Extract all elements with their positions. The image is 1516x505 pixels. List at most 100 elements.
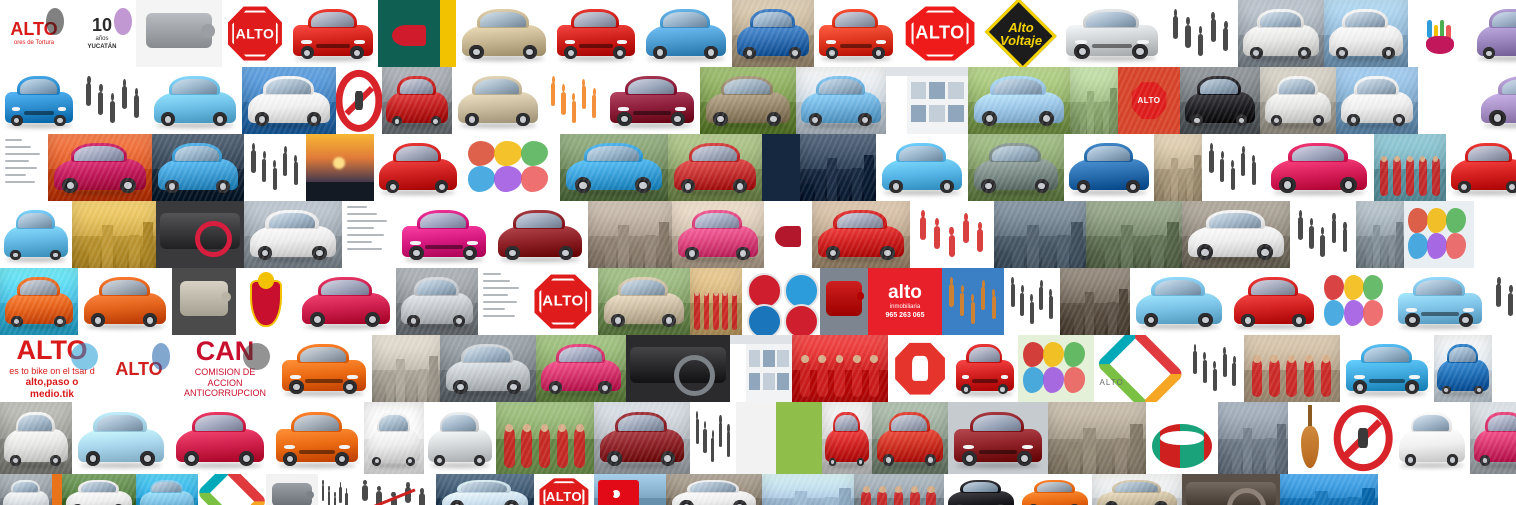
light-blue-alto-car-rear-2[interactable] <box>0 201 72 268</box>
harvest-basket-illustration[interactable] <box>942 268 1004 335</box>
red-white-product-photo[interactable] <box>736 402 776 474</box>
silver-alto-car-lot[interactable] <box>396 268 478 335</box>
white-car-hedge-photo[interactable] <box>62 474 136 505</box>
character-line-drawings[interactable] <box>1202 134 1264 201</box>
alto-swoosh-logo-2[interactable] <box>198 474 266 505</box>
orange-alto-car-side[interactable] <box>78 268 172 335</box>
three-men-standing-photo[interactable] <box>1244 335 1340 402</box>
blue-alto-car-rear-2[interactable] <box>1064 134 1154 201</box>
upward-arrow-chart[interactable] <box>352 474 436 505</box>
suzuki-alto-showroom-banner[interactable] <box>242 67 336 134</box>
blue-alto-car-side[interactable] <box>640 0 732 67</box>
cartoon-boy-clipart[interactable] <box>544 67 604 134</box>
pink-alto-car-showroom[interactable] <box>170 402 270 474</box>
concrete-building-photo[interactable] <box>1356 201 1404 268</box>
street-map-screenshot[interactable] <box>1404 201 1474 268</box>
city-aerial-view-photo[interactable] <box>1086 201 1182 268</box>
pink-alto-car-storefront[interactable] <box>48 134 152 201</box>
purple-alto-car-side-2[interactable] <box>1474 67 1516 134</box>
diez-anios-yucatan-logo[interactable]: 10 años YUCATÁN <box>68 0 136 67</box>
lab-machine-photo[interactable] <box>266 474 318 505</box>
silver-alto-car-showroom[interactable] <box>440 335 536 402</box>
alto-blood-stop-sign[interactable]: ALTO <box>528 268 598 335</box>
red-appliance-product[interactable] <box>820 268 868 335</box>
red-alto-car-front-3[interactable] <box>814 0 898 67</box>
maroon-alto-car-front[interactable] <box>604 67 700 134</box>
pink-alto-car-indoor[interactable] <box>672 201 764 268</box>
red-alto-car-racing[interactable] <box>382 67 452 134</box>
can-comision-logo[interactable]: CAN COMISION DE ACCION ANTICORRUPCION <box>174 335 276 402</box>
industrial-ruins-photo[interactable] <box>1218 402 1288 474</box>
pink-renault-twingo-car[interactable] <box>396 201 492 268</box>
maroon-alto-car-side-2[interactable] <box>492 201 588 268</box>
stop-hand-octagon-sign[interactable] <box>888 335 952 402</box>
alto-voltaje-diamond-sign[interactable]: Alto Voltaje <box>982 0 1060 67</box>
red-alto-car-white-bg[interactable] <box>374 134 462 201</box>
old-computer-photo[interactable] <box>172 268 236 335</box>
no-person-prohibition-3d[interactable] <box>1332 402 1394 474</box>
coat-of-arms-shield[interactable] <box>236 268 296 335</box>
red-alto-car-front[interactable] <box>288 0 378 67</box>
silver-alto-car-side-3[interactable] <box>424 402 496 474</box>
people-in-garage-photo[interactable] <box>854 474 944 505</box>
maroon-suv-front-photo[interactable] <box>948 402 1048 474</box>
red-alto-car-vintage[interactable] <box>812 201 910 268</box>
blue-alto-car-poster[interactable] <box>796 67 886 134</box>
red-boots-pair[interactable] <box>764 201 812 268</box>
brown-alto-car-field[interactable] <box>700 67 796 134</box>
light-blue-alto-car-studio[interactable] <box>72 402 170 474</box>
red-alto-car-3q-view[interactable] <box>1446 134 1516 201</box>
car-dashboard-interior[interactable] <box>626 335 730 402</box>
beige-alto-car-side[interactable] <box>456 0 552 67</box>
blue-alto-car-autumn[interactable] <box>968 67 1070 134</box>
silver-alto-car-front[interactable] <box>1060 0 1164 67</box>
blue-white-alto-car-show[interactable] <box>436 474 534 505</box>
yellow-building-photo[interactable] <box>72 201 156 268</box>
japanese-car-ad-banner[interactable] <box>0 268 78 335</box>
blue-alto-car-street-photo[interactable] <box>732 0 814 67</box>
sheet-music-document[interactable] <box>0 134 48 201</box>
cabinet-line-drawing[interactable] <box>690 402 736 474</box>
protest-crowd-photo[interactable] <box>792 335 888 402</box>
blue-alto-car-front-angle[interactable] <box>0 67 78 134</box>
figure-line-drawing[interactable] <box>1004 268 1060 335</box>
orange-banner-strip[interactable] <box>52 474 62 505</box>
beige-alto-car-mountains[interactable] <box>598 268 690 335</box>
green-plants-photo[interactable] <box>776 402 822 474</box>
blue-alto-car-rear-3q[interactable] <box>876 134 968 201</box>
alto-stop-sign-2[interactable]: ALTO <box>534 474 594 505</box>
skyscraper-city-photo[interactable] <box>762 474 854 505</box>
alto-hexagon-sign[interactable]: ALTO <box>898 0 982 67</box>
white-alto-car-coast[interactable] <box>1324 0 1408 67</box>
two-white-cars-parked[interactable] <box>1182 201 1290 268</box>
violin-photo[interactable] <box>1288 402 1332 474</box>
alto-cambio-climatico-logo[interactable]: ALTO es to bike on el tsar d alto,paso o m… <box>0 335 104 402</box>
colorful-hand-logo[interactable] <box>1408 0 1472 67</box>
light-blue-alto-car-rear[interactable] <box>148 67 242 134</box>
software-screenshot-window[interactable] <box>730 335 792 402</box>
constellation-star-map[interactable] <box>478 268 528 335</box>
blue-alto-car-front-3[interactable] <box>560 134 668 201</box>
tall-man-indoor-photo[interactable] <box>690 268 742 335</box>
no-hand-prohibition-sign[interactable] <box>336 67 382 134</box>
orange-alto-car-front-2[interactable] <box>276 335 372 402</box>
red-alto-car-side-4[interactable] <box>1228 268 1320 335</box>
red-alto-car-front-2[interactable] <box>552 0 640 67</box>
old-town-street-photo[interactable] <box>1154 134 1202 201</box>
mario-luigi-clipart[interactable] <box>910 201 994 268</box>
blue-storefront-photo[interactable] <box>1280 474 1378 505</box>
man-blue-scarf-photo[interactable] <box>1374 134 1446 201</box>
blue-alto-car-front-4[interactable] <box>1392 268 1488 335</box>
white-car-stone-house[interactable] <box>666 474 762 505</box>
search-results-webpage[interactable] <box>886 67 968 134</box>
pink-alto-car-motion[interactable] <box>1470 402 1516 474</box>
red-alto-car-front-5[interactable] <box>952 335 1018 402</box>
car-interior-dashboard-2[interactable] <box>1182 474 1280 505</box>
blue-alto-car-ad-banner[interactable] <box>1434 335 1492 402</box>
alto-sign-storefront[interactable]: ALTO <box>1118 67 1180 134</box>
family-balcony-photo[interactable] <box>372 335 440 402</box>
monument-statue-photo[interactable] <box>800 134 876 201</box>
beige-suv-photo[interactable] <box>1092 474 1182 505</box>
white-alto-car-rear-3[interactable] <box>1394 402 1470 474</box>
white-alto-car-showroom-2[interactable] <box>1260 67 1336 134</box>
